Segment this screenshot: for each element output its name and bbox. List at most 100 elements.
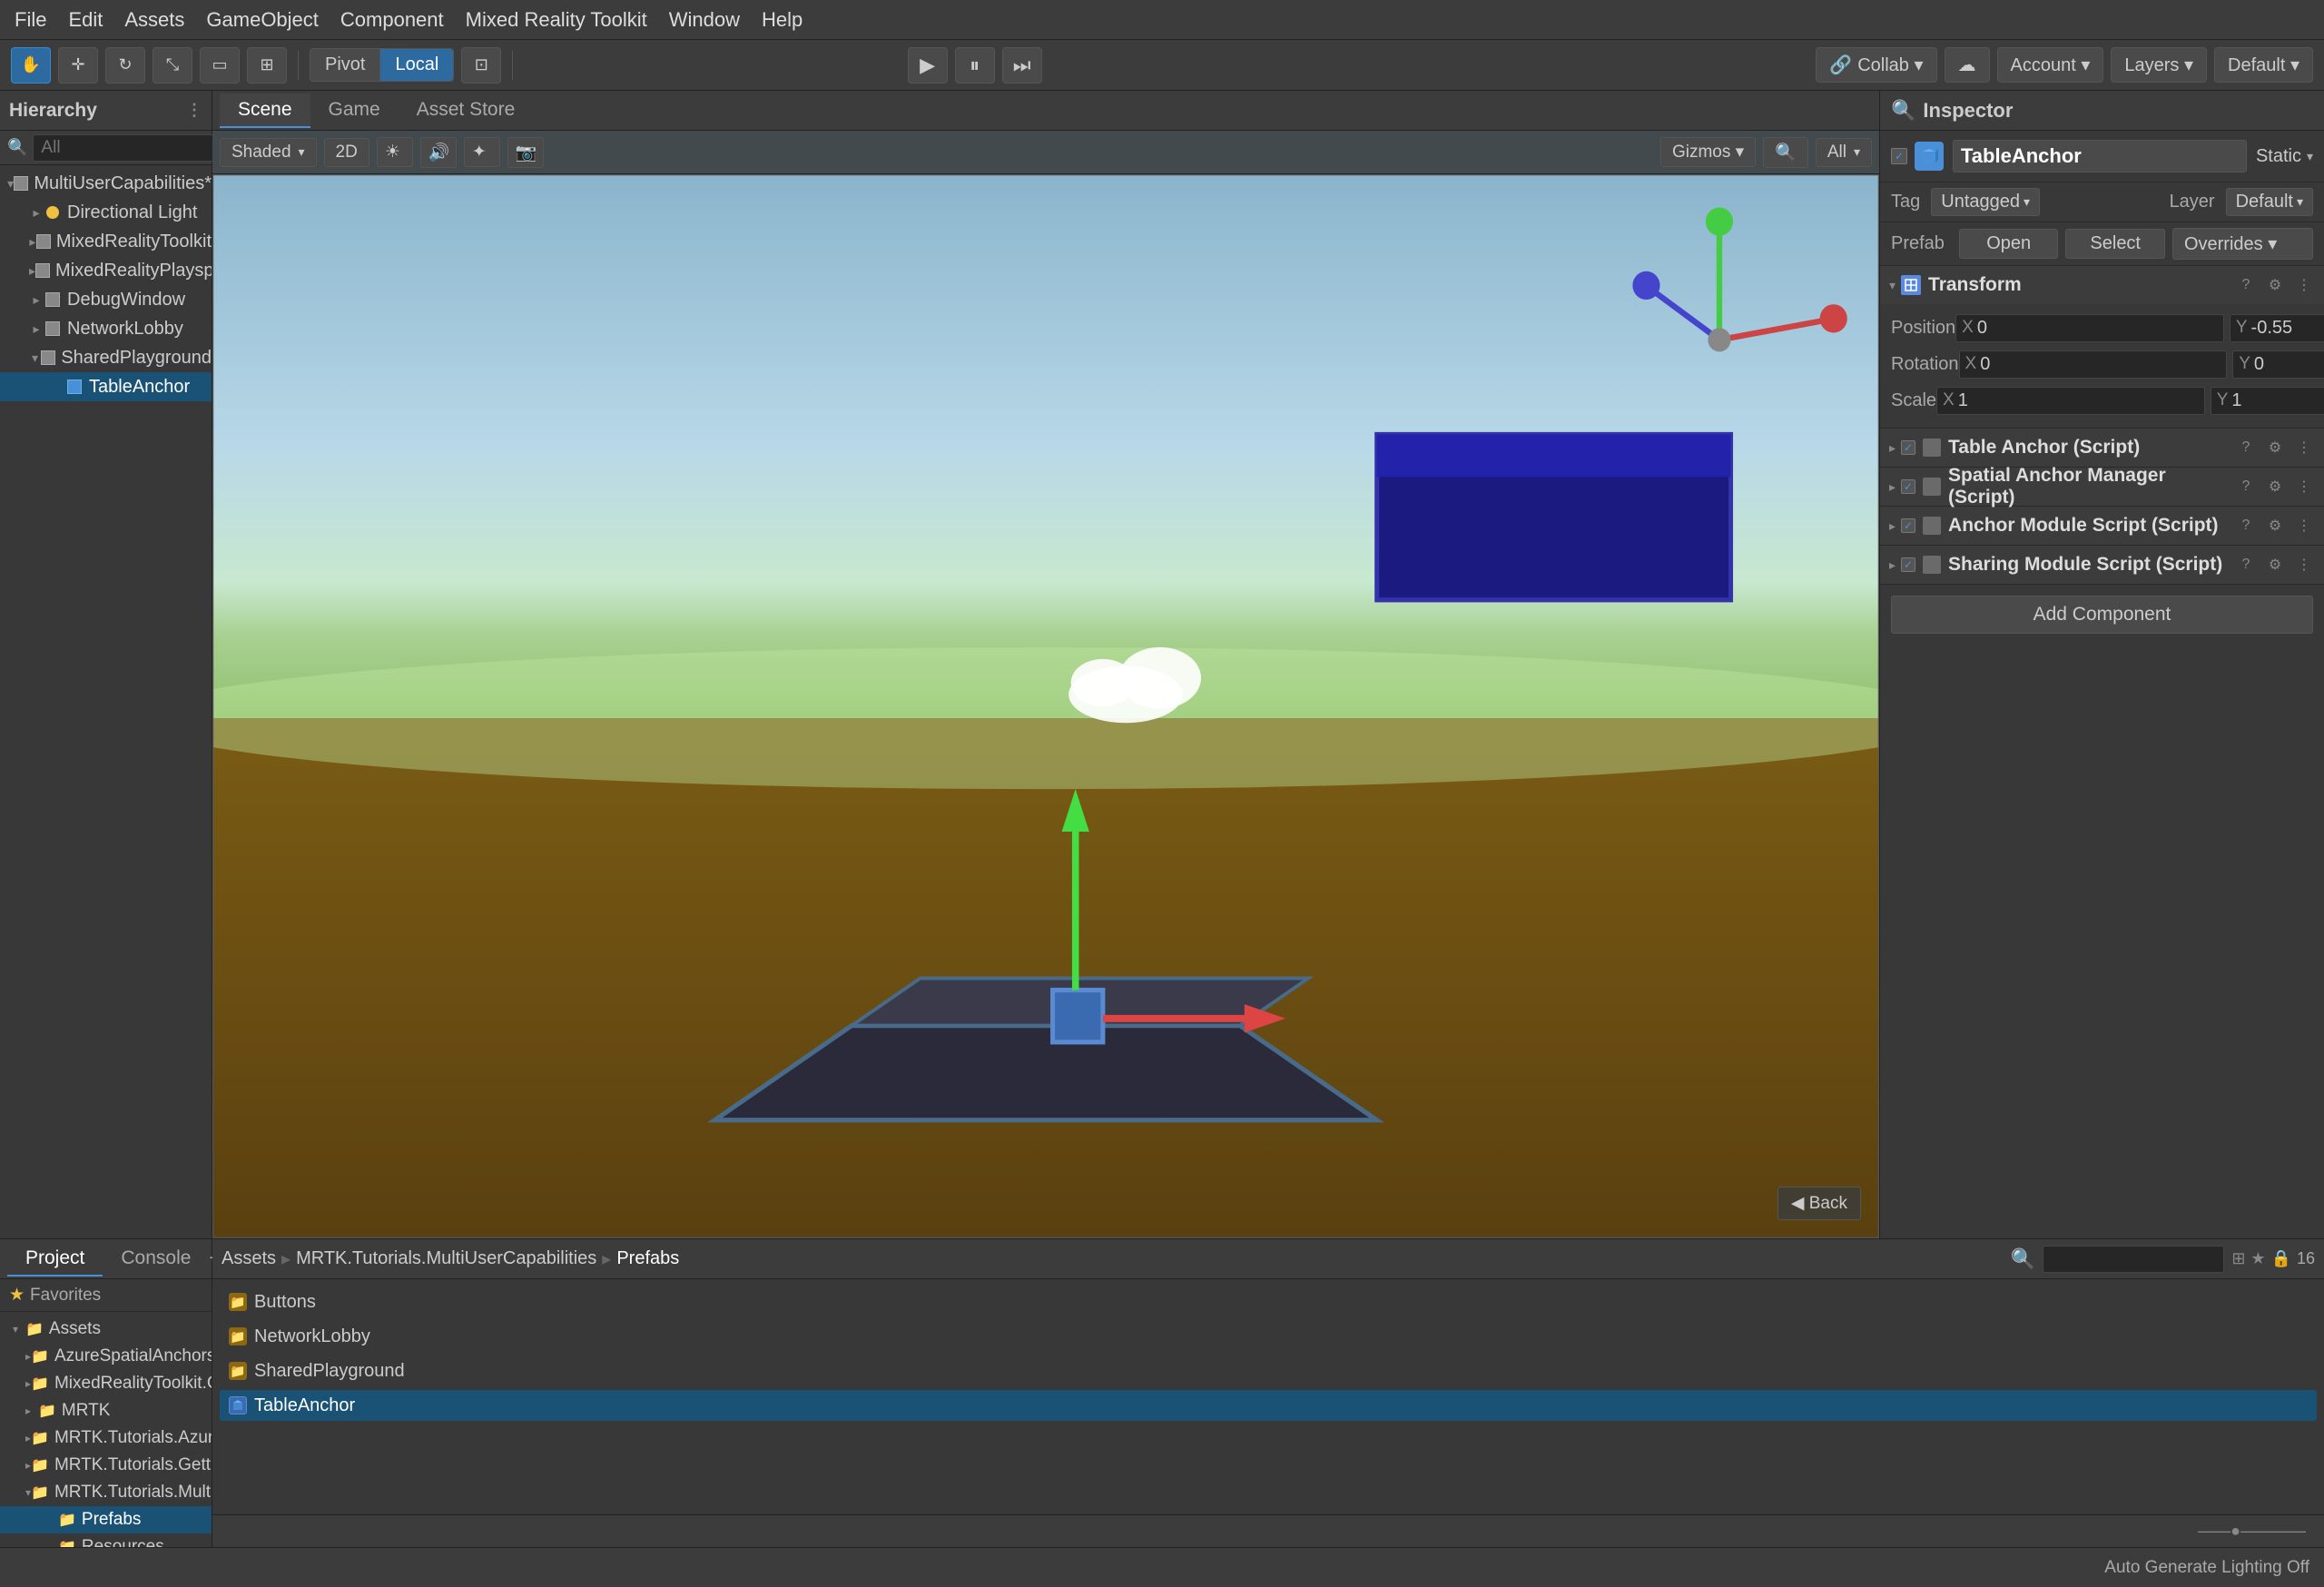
menu-edit[interactable]: Edit (68, 8, 103, 32)
project-item-buttons[interactable]: 📁 Buttons (220, 1286, 2317, 1317)
hierarchy-item-light[interactable]: ▸ Directional Light (0, 198, 212, 227)
tree-prefabs[interactable]: 📁 Prefabs (0, 1506, 212, 1533)
menu-component[interactable]: Component (340, 8, 444, 32)
gizmos-dropdown[interactable]: Gizmos ▾ (1660, 137, 1756, 167)
menu-window[interactable]: Window (669, 8, 740, 32)
anchor-module-more[interactable]: ⋮ (2293, 515, 2315, 537)
multi-tool[interactable]: ⊞ (247, 47, 287, 84)
cloud-button[interactable]: ☁ (1945, 47, 1990, 83)
collab-button[interactable]: 🔗 Collab ▾ (1816, 47, 1936, 83)
project-tab[interactable]: Project (7, 1242, 103, 1276)
open-prefab-btn[interactable]: Open (1959, 229, 2059, 259)
tree-azure[interactable]: ▸ 📁 AzureSpatialAnchors.SDK (0, 1343, 212, 1370)
spatial-anchor-more[interactable]: ⋮ (2293, 476, 2315, 498)
move-tool[interactable]: ✛ (58, 47, 98, 84)
project-item-tableanchor[interactable]: TableAnchor (220, 1390, 2317, 1421)
scale-tool[interactable]: ⤡ (153, 47, 192, 84)
object-name-input[interactable] (1953, 140, 2247, 172)
transform-help-btn[interactable]: ? (2235, 274, 2257, 296)
default-dropdown[interactable]: Default ▾ (2214, 47, 2313, 83)
breadcrumb-multi[interactable]: MRTK.Tutorials.MultiUserCapabilities (296, 1248, 596, 1269)
static-dropdown-arrow[interactable]: ▾ (2307, 149, 2313, 164)
rotate-tool[interactable]: ↻ (105, 47, 145, 84)
tree-mrtk-multi[interactable]: ▾ 📁 MRTK.Tutorials.MultiUserCapabilities (0, 1479, 212, 1506)
transform-more-btn[interactable]: ⋮ (2293, 274, 2315, 296)
all-dropdown[interactable]: All (1816, 138, 1872, 167)
breadcrumb-assets[interactable]: Assets (222, 1248, 276, 1269)
project-item-sharedplayground[interactable]: 📁 SharedPlayground (220, 1355, 2317, 1386)
tree-mrtk-gen[interactable]: ▸ 📁 MixedRealityToolkit.Generated (0, 1370, 212, 1397)
menu-help[interactable]: Help (762, 8, 803, 32)
scale-x-input[interactable] (1958, 390, 2199, 411)
hierarchy-item-mrtk[interactable]: ▸ MixedRealityToolkit (0, 227, 212, 256)
tree-assets[interactable]: ▾ 📁 Assets (0, 1316, 212, 1343)
anchor-module-header[interactable]: ▸ ✓ Anchor Module Script (Script) ? ⚙ ⋮ (1880, 507, 2324, 545)
scene-tab-game[interactable]: Game (310, 94, 399, 128)
breadcrumb-prefabs[interactable]: Prefabs (616, 1248, 679, 1269)
menu-file[interactable]: File (15, 8, 46, 32)
pause-button[interactable]: ⏸ (955, 47, 995, 84)
table-anchor-settings[interactable]: ⚙ (2264, 437, 2286, 458)
tree-mrtk[interactable]: ▸ 📁 MRTK (0, 1397, 212, 1424)
audio-btn[interactable]: 🔊 (420, 137, 457, 168)
spatial-anchor-help[interactable]: ? (2235, 476, 2257, 498)
hierarchy-item-networklobby[interactable]: ▸ NetworkLobby (0, 314, 212, 343)
position-y-input[interactable] (2251, 318, 2324, 339)
scene-view[interactable]: Shaded 2D ☀ 🔊 ✦ 📷 Gizmos ▾ 🔍 All (212, 131, 1879, 1238)
transform-settings-btn[interactable]: ⚙ (2264, 274, 2286, 296)
hierarchy-item-sharedplayground[interactable]: ▾ SharedPlayground (0, 343, 212, 372)
project-item-networklobby[interactable]: 📁 NetworkLobby (220, 1321, 2317, 1352)
layer-dropdown[interactable]: Default ▾ (2226, 188, 2313, 216)
pivot-btn[interactable]: Pivot (310, 49, 380, 81)
hierarchy-item-tableanchor[interactable]: TableAnchor (0, 372, 212, 401)
layers-dropdown[interactable]: Layers ▾ (2111, 47, 2207, 83)
view-icon-1[interactable]: ⊞ (2231, 1249, 2245, 1268)
transform-header[interactable]: ▾ Transform ? ⚙ ⋮ (1880, 266, 2324, 304)
tag-dropdown[interactable]: Untagged ▾ (1931, 188, 2040, 216)
light-icon-btn[interactable]: ☀ (377, 137, 413, 167)
2d-btn[interactable]: 2D (324, 138, 369, 167)
rotation-x-input[interactable] (1980, 354, 2221, 375)
tree-mrtk-azure[interactable]: ▸ 📁 MRTK.Tutorials.AzureSpatialAnchors (0, 1424, 212, 1452)
select-prefab-btn[interactable]: Select (2065, 229, 2165, 259)
menu-assets[interactable]: Assets (124, 8, 184, 32)
sharing-module-help[interactable]: ? (2235, 554, 2257, 576)
tree-resources[interactable]: 📁 Resources (0, 1533, 212, 1547)
spatial-anchor-checkbox[interactable]: ✓ (1901, 479, 1915, 494)
back-button[interactable]: ◀ Back (1777, 1187, 1861, 1220)
scene-tab-scene[interactable]: Scene (220, 94, 310, 128)
object-enabled-checkbox[interactable]: ✓ (1891, 148, 1907, 164)
anchor-module-help[interactable]: ? (2235, 515, 2257, 537)
spatial-anchor-header[interactable]: ▸ ✓ Spatial Anchor Manager (Script) ? ⚙ … (1880, 468, 2324, 506)
spatial-anchor-settings[interactable]: ⚙ (2264, 476, 2286, 498)
scene-tab-assetstore[interactable]: Asset Store (399, 94, 534, 128)
add-component-button[interactable]: Add Component (1891, 596, 2313, 634)
project-search-input[interactable] (2043, 1246, 2224, 1273)
anchor-module-settings[interactable]: ⚙ (2264, 515, 2286, 537)
rect-tool[interactable]: ▭ (200, 47, 240, 84)
table-anchor-checkbox[interactable]: ✓ (1901, 440, 1915, 455)
scene-camera-btn[interactable]: 📷 (507, 137, 544, 168)
table-anchor-header[interactable]: ▸ ✓ Table Anchor (Script) ? ⚙ ⋮ (1880, 429, 2324, 467)
scene-search-btn[interactable]: 🔍 (1763, 137, 1808, 168)
rotation-y-input[interactable] (2254, 354, 2324, 375)
console-tab[interactable]: Console (103, 1242, 209, 1276)
menu-mrtk[interactable]: Mixed Reality Toolkit (466, 8, 647, 32)
menu-gameobject[interactable]: GameObject (206, 8, 319, 32)
view-icon-3[interactable]: 🔒 (2271, 1249, 2291, 1268)
view-icon-2[interactable]: ★ (2250, 1249, 2265, 1268)
hierarchy-item-playspace[interactable]: ▸ MixedRealityPlayspace (0, 256, 212, 285)
hierarchy-item-root[interactable]: ▾ MultiUserCapabilities* (0, 169, 212, 198)
sharing-module-checkbox[interactable]: ✓ (1901, 557, 1915, 572)
account-dropdown[interactable]: Account ▾ (1997, 47, 2104, 83)
hand-tool[interactable]: ✋ (11, 47, 51, 84)
play-button[interactable]: ▶ (908, 47, 948, 84)
hierarchy-options[interactable]: ⋮ (186, 101, 202, 120)
position-x-input[interactable] (1977, 318, 2218, 339)
local-btn[interactable]: Local (380, 49, 453, 81)
sharing-module-settings[interactable]: ⚙ (2264, 554, 2286, 576)
table-anchor-more[interactable]: ⋮ (2293, 437, 2315, 458)
tree-mrtk-getting[interactable]: ▸ 📁 MRTK.Tutorials.GettingStarted (0, 1452, 212, 1479)
snap-btn[interactable]: ⊡ (461, 47, 501, 84)
hierarchy-item-debugwindow[interactable]: ▸ DebugWindow (0, 285, 212, 314)
